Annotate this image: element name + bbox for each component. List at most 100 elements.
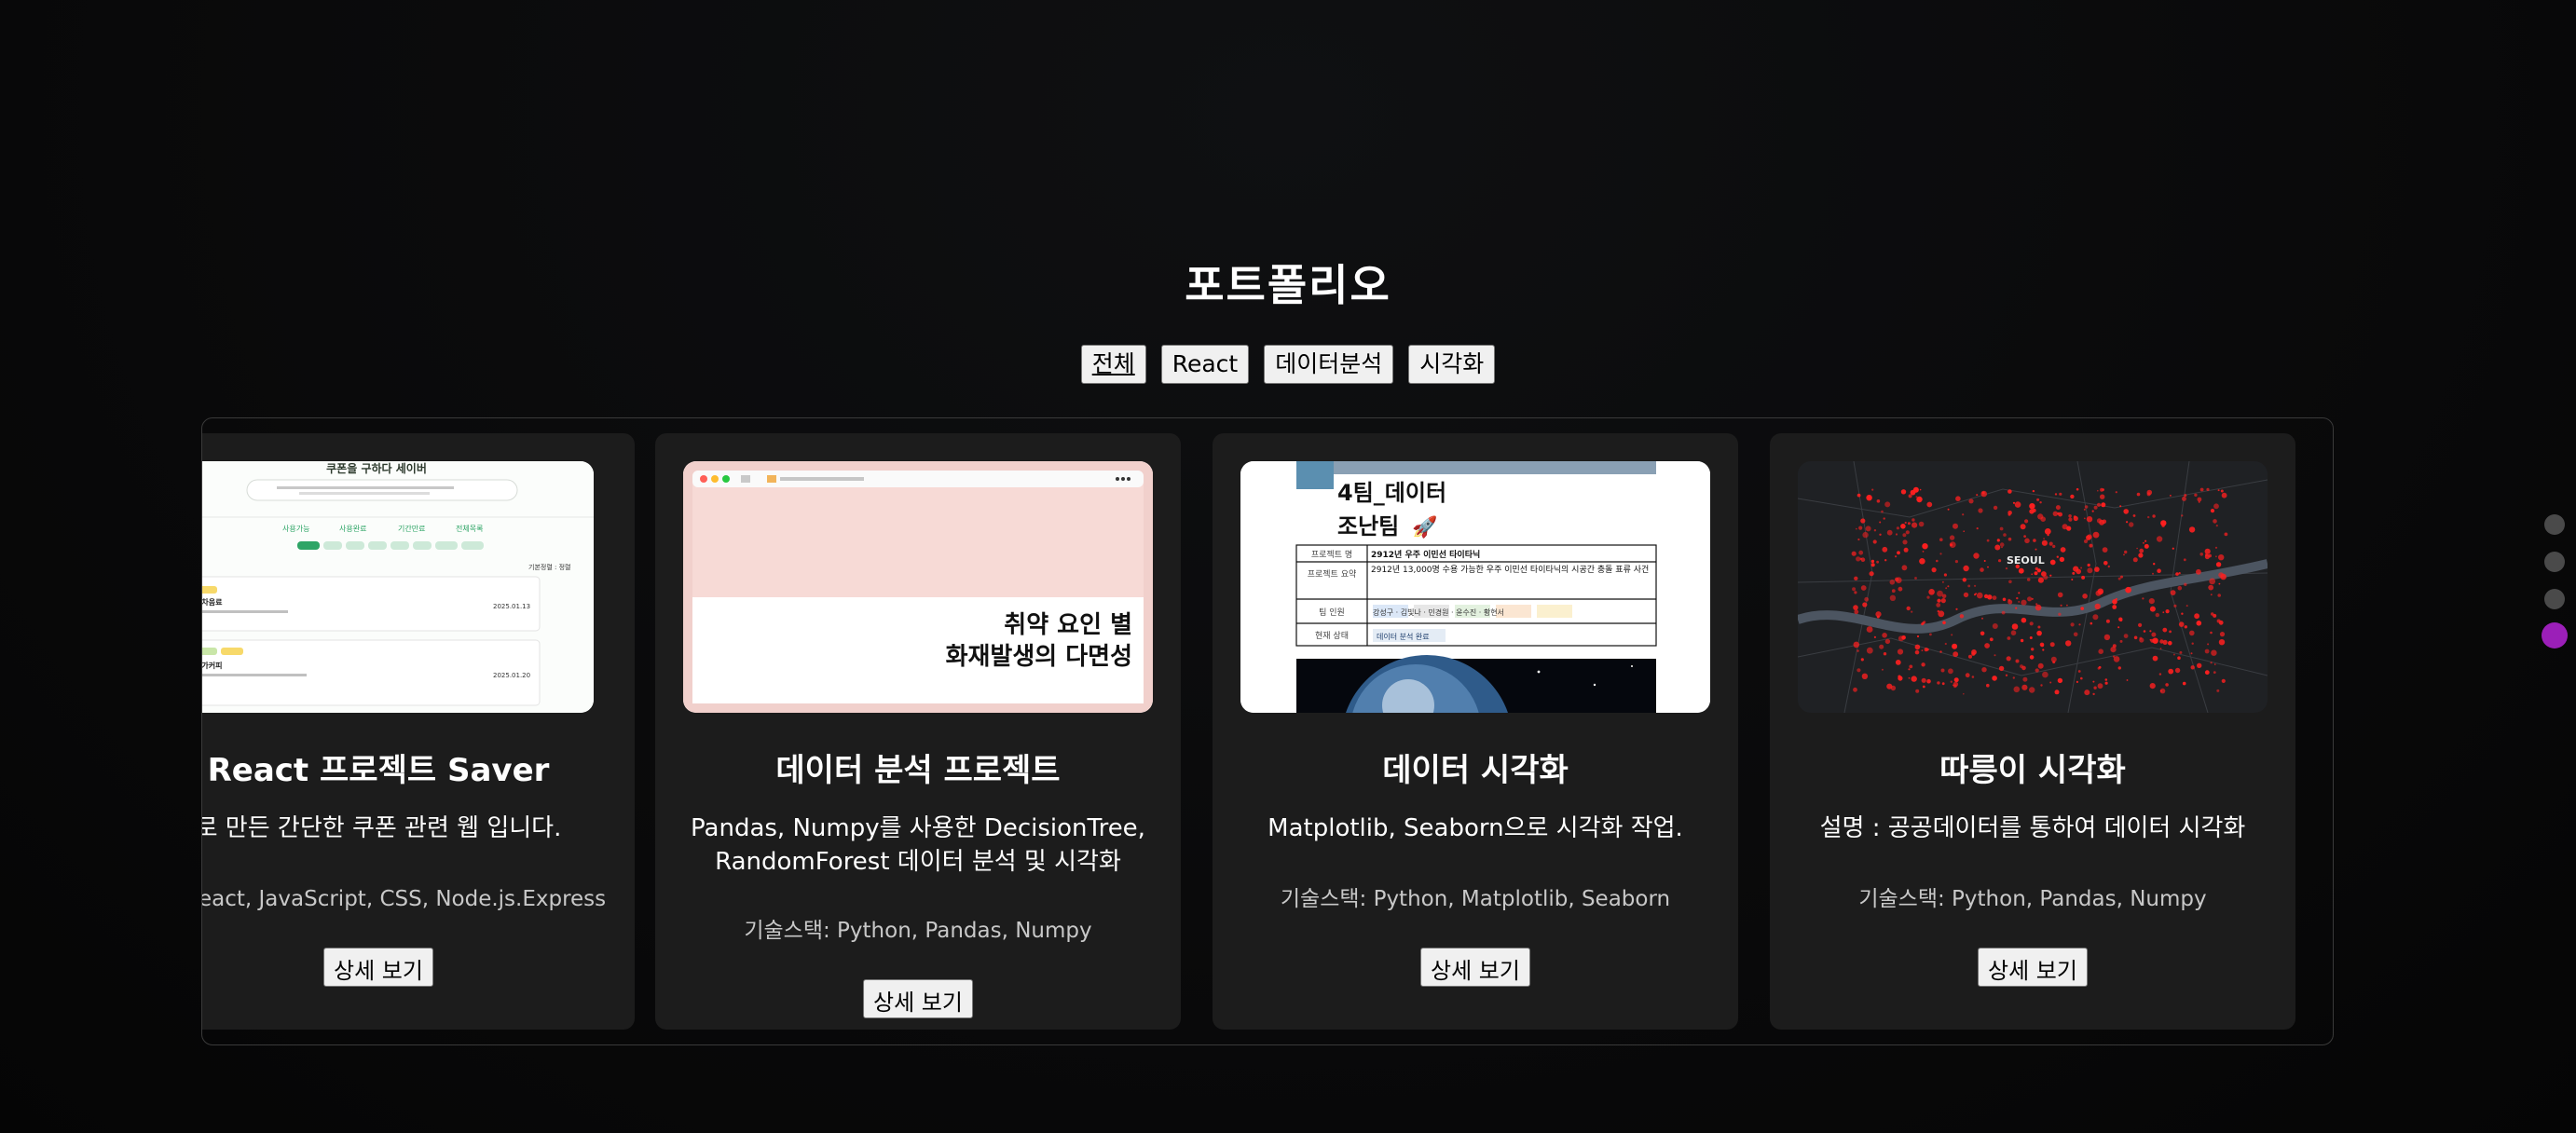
map-point [1858, 526, 1863, 530]
map-point [1976, 494, 1979, 497]
project-tech-stack: 기술스택: Python, Pandas, Numpy [744, 919, 1092, 943]
map-point [1939, 650, 1942, 653]
page-dot-2[interactable] [2544, 552, 2565, 572]
portfolio-carousel[interactable]: 쿠폰을 구하다 세이버 사용가능 사용완료 기간만료 전체목록 기본정렬 : 정… [201, 417, 2334, 1045]
map-point [1941, 682, 1945, 686]
map-point [2117, 666, 2121, 670]
map-point [2040, 644, 2045, 648]
map-point [2041, 539, 2048, 546]
map-point [1889, 594, 1897, 601]
map-point [2005, 674, 2008, 676]
map-point [2024, 519, 2029, 524]
map-point [2094, 603, 2101, 610]
titanic-key-1: 프로젝트 요약 [1308, 568, 1357, 580]
page-dot-1[interactable] [2544, 514, 2565, 535]
map-point [2196, 621, 2202, 626]
map-point [2119, 505, 2122, 508]
map-point [2162, 639, 2168, 645]
map-point [1854, 576, 1858, 580]
map-point [2010, 630, 2017, 635]
map-point [2068, 514, 2072, 518]
filter-all-button[interactable]: 전체 [1080, 345, 1146, 384]
map-point [1884, 501, 1891, 508]
fire-line2: 화재발생의 다면성 [946, 643, 1132, 671]
map-point [2184, 582, 2187, 586]
map-point [1980, 631, 1985, 636]
saver-tab-1: 사용완료 [339, 525, 366, 533]
map-point [1919, 558, 1925, 565]
map-point [2143, 630, 2146, 633]
map-point [2139, 548, 2144, 553]
map-point [1937, 590, 1943, 597]
map-point [1963, 530, 1965, 532]
map-point [2037, 577, 2044, 583]
page-dot-3[interactable] [2544, 589, 2565, 609]
map-point [2216, 689, 2220, 692]
filter-visualization-button[interactable]: 시각화 [1408, 345, 1496, 384]
map-point [1884, 559, 1887, 562]
view-details-button[interactable]: 상세 보기 [1420, 948, 1530, 987]
map-point [2117, 626, 2120, 629]
map-point [2080, 676, 2083, 680]
map-point [2146, 489, 2153, 496]
filter-react-button[interactable]: React [1160, 345, 1250, 384]
map-point [1876, 615, 1880, 619]
map-point [2153, 563, 2156, 566]
map-point [2215, 562, 2222, 567]
map-point [2147, 515, 2150, 519]
titanic-notion-screenshot: 4팀_데이터 조난팀 🚀 프로젝트 명 2912년 우주 이민선 타이타닉 프로… [1240, 461, 1710, 713]
map-point [1858, 550, 1864, 555]
map-point [2052, 544, 2056, 549]
map-point [1865, 526, 1871, 532]
project-card-visualization: 4팀_데이터 조난팀 🚀 프로젝트 명 2912년 우주 이민선 타이타닉 프로… [1213, 433, 1738, 1030]
map-point [2191, 642, 2194, 645]
view-details-button[interactable]: 상세 보기 [323, 948, 433, 987]
map-point [2093, 686, 2097, 689]
map-point [2087, 567, 2093, 574]
map-point [1928, 589, 1935, 595]
view-details-button[interactable]: 상세 보기 [1978, 948, 2088, 987]
map-point [1851, 551, 1857, 556]
map-point [1909, 664, 1913, 669]
map-point [1886, 529, 1893, 536]
map-point [1939, 553, 1942, 555]
view-details-button[interactable]: 상세 보기 [863, 979, 973, 1018]
map-point [2033, 539, 2036, 542]
map-point [1860, 518, 1866, 524]
map-point [2092, 692, 2095, 696]
map-point [2092, 614, 2099, 621]
map-point [2159, 648, 2162, 649]
map-point [2115, 491, 2117, 494]
map-point [1900, 524, 1906, 529]
map-point [2149, 630, 2152, 633]
map-point [2157, 568, 2161, 573]
map-point [2211, 649, 2217, 656]
map-point [2214, 663, 2216, 665]
map-point [1918, 521, 1925, 527]
page-dot-4-active[interactable] [2542, 622, 2568, 648]
map-point [2194, 493, 2198, 497]
map-point [2120, 575, 2123, 579]
map-point [1901, 565, 1908, 571]
map-point [1947, 508, 1950, 511]
map-point [2124, 550, 2128, 554]
map-point [1915, 496, 1918, 498]
map-point [2014, 501, 2021, 508]
map-point [2218, 572, 2224, 578]
map-point [2204, 553, 2208, 557]
map-point [2196, 568, 2201, 575]
map-point [1879, 644, 1884, 649]
filter-data-analysis-button[interactable]: 데이터분석 [1264, 345, 1394, 384]
map-point [1999, 526, 2004, 531]
map-point [2042, 648, 2045, 651]
map-point [1955, 607, 1958, 610]
map-point [2221, 678, 2226, 683]
map-point [2103, 561, 2108, 566]
map-point [2052, 511, 2058, 516]
map-point [2003, 533, 2007, 537]
map-point [1947, 585, 1950, 588]
map-point [1921, 677, 1926, 683]
project-tech-stack: 기술스택: Python, Matplotlib, Seaborn [1280, 887, 1671, 911]
map-point [2031, 573, 2033, 575]
map-point [2021, 617, 2027, 623]
